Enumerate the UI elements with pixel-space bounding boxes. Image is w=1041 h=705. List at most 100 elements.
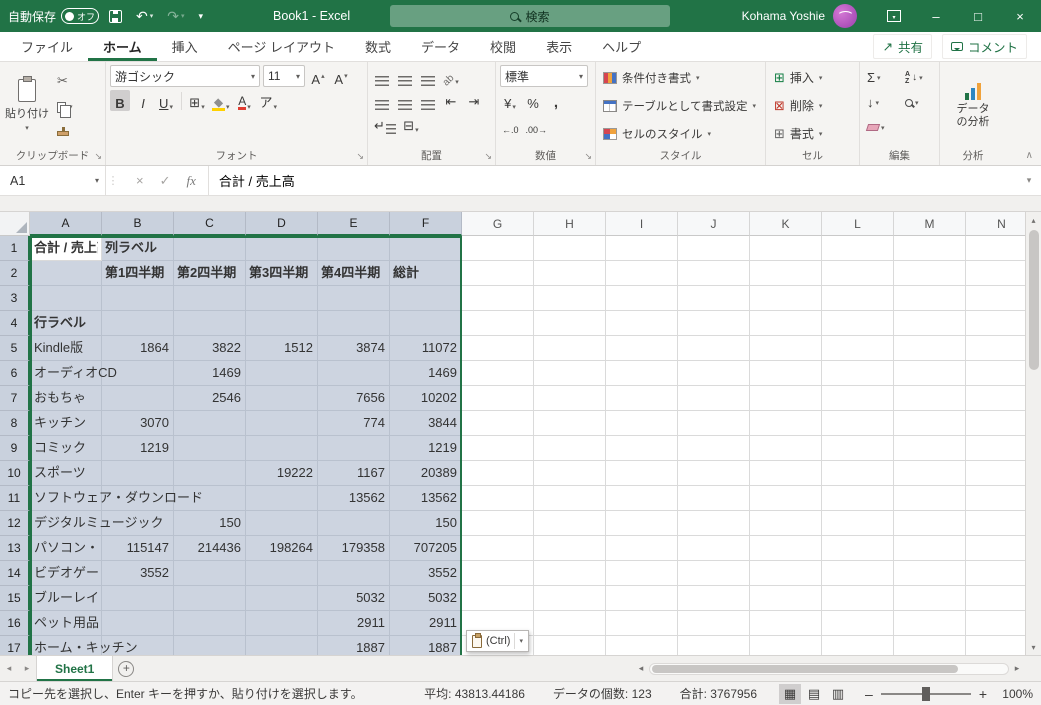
cell-E10[interactable]: 1167 [318,461,390,486]
row-header-10[interactable]: 10 [0,461,30,486]
cell-I11[interactable] [606,486,678,511]
sheet-nav-left-icon[interactable]: ◂ [0,656,18,681]
fill-color-button[interactable]: ▾ [210,90,232,111]
cell-G15[interactable] [462,586,534,611]
row-header-9[interactable]: 9 [0,436,30,461]
cell-C9[interactable] [174,436,246,461]
tab-挿入[interactable]: 挿入 [157,32,213,61]
cell-F2[interactable]: 総計 [390,261,462,286]
cell-F3[interactable] [390,286,462,311]
cell-F8[interactable]: 3844 [390,411,462,436]
user-avatar[interactable] [833,4,857,28]
expand-formula-bar-icon[interactable]: ▾ [1017,166,1041,195]
cell-styles-button[interactable]: セルのスタイル ▾ [600,121,761,146]
align-middle-button[interactable] [395,65,415,86]
cell-L4[interactable] [822,311,894,336]
cell-F11[interactable]: 13562 [390,486,462,511]
cell-N4[interactable] [966,311,1025,336]
number-format-combo[interactable]: 標準 ▾ [500,65,588,87]
cell-G10[interactable] [462,461,534,486]
cut-button[interactable]: ✂ [53,70,77,92]
cell-L15[interactable] [822,586,894,611]
font-name-combo[interactable]: 游ゴシック ▾ [110,65,260,87]
share-button[interactable]: ↗ 共有 [873,34,932,59]
cell-H5[interactable] [534,336,606,361]
cell-E5[interactable]: 3874 [318,336,390,361]
orientation-button[interactable]: ab ▾ [441,65,461,89]
cell-L1[interactable] [822,236,894,261]
count-stat[interactable]: データの個数: 123 [553,685,652,702]
cell-L2[interactable] [822,261,894,286]
cell-M8[interactable] [894,411,966,436]
cell-I9[interactable] [606,436,678,461]
cell-K16[interactable] [750,611,822,636]
row-header-3[interactable]: 3 [0,286,30,311]
cell-C12[interactable]: 150 [174,511,246,536]
cell-B5[interactable]: 1864 [102,336,174,361]
cell-L6[interactable] [822,361,894,386]
cell-H16[interactable] [534,611,606,636]
column-header-H[interactable]: H [534,212,606,236]
cell-B9[interactable]: 1219 [102,436,174,461]
cell-J16[interactable] [678,611,750,636]
cell-L13[interactable] [822,536,894,561]
page-break-view-button[interactable]: ▥ [827,684,849,704]
cell-N7[interactable] [966,386,1025,411]
cell-M14[interactable] [894,561,966,586]
insert-function-icon[interactable]: fx [187,173,196,189]
cell-L16[interactable] [822,611,894,636]
row-header-15[interactable]: 15 [0,586,30,611]
paste-button[interactable]: 貼り付け ▾ [4,65,50,145]
decrease-font-size-button[interactable]: A ▾ [331,66,351,87]
align-left-button[interactable] [372,89,392,110]
cell-G4[interactable] [462,311,534,336]
cell-C6[interactable]: 1469 [174,361,246,386]
cell-L11[interactable] [822,486,894,511]
cell-M1[interactable] [894,236,966,261]
sum-stat[interactable]: 合計: 3767956 [680,685,757,702]
cell-L5[interactable] [822,336,894,361]
cell-J3[interactable] [678,286,750,311]
cell-N16[interactable] [966,611,1025,636]
cell-H12[interactable] [534,511,606,536]
cell-A2[interactable] [30,261,102,286]
cell-N14[interactable] [966,561,1025,586]
cell-N13[interactable] [966,536,1025,561]
cell-L7[interactable] [822,386,894,411]
enter-icon[interactable]: ✓ [160,173,171,189]
align-center-button[interactable] [395,89,415,110]
cell-J17[interactable] [678,636,750,655]
column-header-G[interactable]: G [462,212,534,236]
cell-I14[interactable] [606,561,678,586]
cell-K11[interactable] [750,486,822,511]
cell-F4[interactable] [390,311,462,336]
cell-L9[interactable] [822,436,894,461]
cell-H6[interactable] [534,361,606,386]
fill-button[interactable]: ↓ ▾ [864,95,902,110]
row-header-6[interactable]: 6 [0,361,30,386]
vertical-scrollbar-thumb[interactable] [1028,230,1039,370]
font-color-button[interactable]: A ▾ [235,90,255,111]
cell-B1[interactable]: 列ラベル [102,236,174,261]
column-header-C[interactable]: C [174,212,246,236]
row-header-4[interactable]: 4 [0,311,30,336]
cell-M3[interactable] [894,286,966,311]
cell-C4[interactable] [174,311,246,336]
cell-H8[interactable] [534,411,606,436]
column-header-N[interactable]: N [966,212,1025,236]
italic-button[interactable]: I [133,90,153,111]
cell-L10[interactable] [822,461,894,486]
formula-input[interactable]: 合計 / 売上高 [209,166,1017,195]
cell-G8[interactable] [462,411,534,436]
cell-N2[interactable] [966,261,1025,286]
row-header-1[interactable]: 1 [0,236,30,261]
horizontal-scrollbar[interactable]: ◂ ▸ [633,656,1041,681]
cell-N17[interactable] [966,636,1025,655]
row-header-12[interactable]: 12 [0,511,30,536]
cell-E17[interactable]: 1887 [318,636,390,655]
column-header-I[interactable]: I [606,212,678,236]
cell-L12[interactable] [822,511,894,536]
cell-E4[interactable] [318,311,390,336]
cell-M15[interactable] [894,586,966,611]
cell-F10[interactable]: 20389 [390,461,462,486]
